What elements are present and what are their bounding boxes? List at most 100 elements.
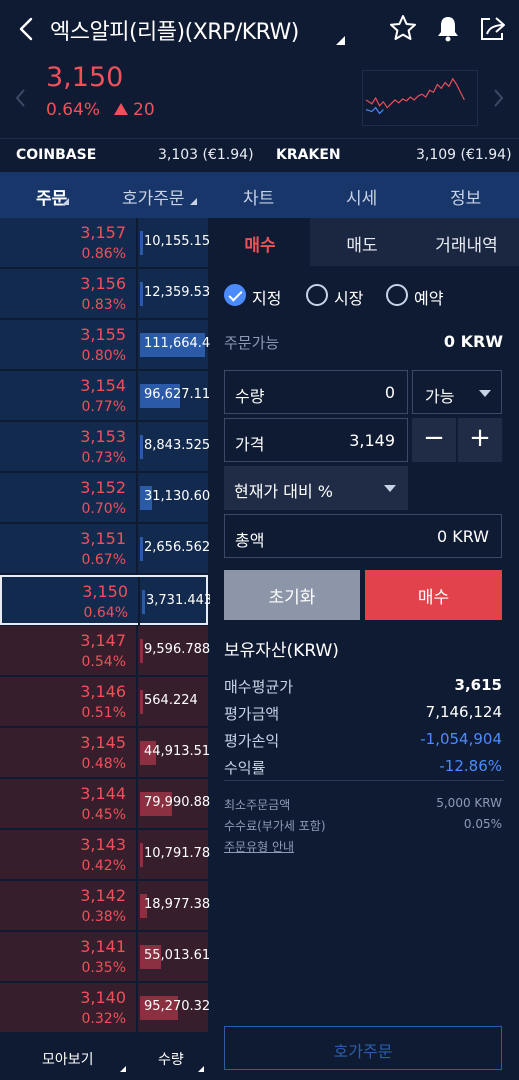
orderbook-row-bid[interactable]: 3,144 0.45% 79,990.881 [0, 779, 218, 829]
chevron-left-icon[interactable] [14, 88, 28, 108]
price-ticker: 3,150 0.64% 20 [0, 60, 519, 138]
divider [224, 780, 504, 781]
tab-chart[interactable]: 차트 [243, 184, 274, 209]
orderbook-price-cell[interactable]: 3,157 0.86% [0, 218, 138, 268]
orderbook-price-cell[interactable]: 3,147 0.54% [0, 626, 138, 676]
available-value: 0 KRW [443, 332, 503, 351]
orderbook-price: 3,140 [80, 988, 126, 1007]
orderbook-rate: 0.67% [81, 552, 126, 568]
orderbook-row-bid[interactable]: 3,145 0.48% 44,913.518 [0, 728, 218, 778]
radio-reserve[interactable] [386, 284, 408, 306]
orderbook-price-cell[interactable]: 3,154 0.77% [0, 371, 138, 421]
orderbook-depth-bar [140, 537, 143, 561]
fee-value: 0.05% [463, 817, 502, 831]
orderbook-price: 3,146 [80, 682, 126, 701]
hoga-order-button[interactable]: 호가주문 [224, 1026, 502, 1070]
radio-market[interactable] [306, 284, 328, 306]
orderbook-price-cell[interactable]: 3,145 0.48% [0, 728, 138, 778]
quantity-label: 수량 [235, 387, 265, 406]
price-input[interactable]: 가격 3,149 [224, 418, 408, 462]
orderbook-price: 3,143 [80, 835, 126, 854]
tab-order[interactable]: 주문 [36, 184, 67, 209]
holding-label: 평가손익 [224, 732, 280, 750]
orderbook-row-bid[interactable]: 3,141 0.35% 55,013.612 [0, 932, 218, 982]
orderbook-depth-bar [140, 690, 143, 714]
orderbook-rate: 0.35% [81, 960, 126, 976]
orderbook-volume: 10,791.787 [144, 846, 219, 861]
tab-sell[interactable]: 매도 [310, 218, 414, 266]
orderbook-row-ask[interactable]: 3,151 0.67% 2,656.562 [0, 524, 210, 574]
holdings-title: 보유자산(KRW) [224, 641, 339, 661]
orderbook-row-bid[interactable]: 3,143 0.42% 10,791.787 [0, 830, 218, 880]
chevron-down-icon [384, 485, 396, 492]
buy-button[interactable]: 매수 [365, 570, 502, 620]
fee-value: 5,000 KRW [436, 796, 502, 810]
orderbook-price: 3,152 [80, 478, 126, 497]
app-header: 엑스알피(리플)(XRP/KRW) [0, 0, 519, 60]
orderbook-rate: 0.73% [81, 450, 126, 466]
reset-button[interactable]: 초기화 [224, 570, 360, 620]
quantity-input[interactable]: 수량 0 [224, 370, 408, 414]
orderbook-row-ask[interactable]: 3,157 0.86% 10,155.158 [0, 218, 218, 268]
orderbook-row-current[interactable]: 3,150 0.64% 3,731.443 [0, 575, 212, 627]
order-type-guide-link[interactable]: 주문유형 안내 [224, 838, 294, 855]
quantity-dropdown-label: 가능 [425, 387, 455, 406]
orderbook-price-cell[interactable]: 3,156 0.83% [0, 269, 138, 319]
orderbook-price-cell[interactable]: 3,153 0.73% [0, 422, 138, 472]
tab-caret-icon [62, 198, 69, 205]
orderbook-row-ask[interactable]: 3,153 0.73% 8,843.525 [0, 422, 210, 472]
orderbook-price-cell[interactable]: 3,144 0.45% [0, 779, 138, 829]
price-value: 3,149 [349, 431, 395, 450]
holding-row: 평가금액 7,146,124 [224, 703, 502, 727]
orderbook-price-cell[interactable]: 3,155 0.80% [0, 320, 138, 370]
back-arrow-icon[interactable] [12, 14, 42, 44]
ratio-dropdown[interactable]: 현재가 대비 % [224, 466, 408, 510]
orderbook-price-cell[interactable]: 3,142 0.38% [0, 881, 138, 931]
radio-limit-label: 지정 [252, 289, 282, 308]
orderbook-price-cell[interactable]: 3,140 0.32% [0, 983, 138, 1033]
orderbook-row-bid[interactable]: 3,146 0.51% 564.224 [0, 677, 208, 727]
exchange-name: KRAKEN [276, 147, 341, 163]
price-label: 가격 [235, 435, 265, 454]
orderbook-volume: 12,359.534 [144, 285, 219, 300]
bell-icon[interactable] [433, 13, 463, 43]
group-view-button[interactable]: 모아보기 [42, 1049, 94, 1069]
quantity-dropdown[interactable]: 가능 [412, 370, 502, 414]
radio-limit[interactable] [224, 284, 246, 306]
orderbook-row-bid[interactable]: 3,140 0.32% 95,270.323 [0, 983, 218, 1033]
tab-buy[interactable]: 매수 [210, 218, 310, 266]
orderbook-price-cell[interactable]: 3,151 0.67% [0, 524, 138, 574]
orderbook-price-cell[interactable]: 3,141 0.35% [0, 932, 138, 982]
tab-info[interactable]: 정보 [450, 184, 481, 209]
orderbook-price-cell[interactable]: 3,146 0.51% [0, 677, 138, 727]
title-dropdown-caret-icon[interactable] [336, 36, 345, 45]
orderbook-price: 3,151 [80, 529, 126, 548]
orderbook-row-ask[interactable]: 3,156 0.83% 12,359.534 [0, 269, 218, 319]
exchange-comparison: COINBASE 3,103 (€1.94) KRAKEN 3,109 (€1.… [0, 138, 519, 172]
total-value: 0 KRW [436, 527, 489, 546]
order-panel: 매수 매도 거래내역 지정 시장 예약 주문가능 0 KRW 수량 0 가능 가… [210, 218, 519, 1080]
orderbook-price-cell[interactable]: 3,143 0.42% [0, 830, 138, 880]
orderbook-price-cell[interactable]: 3,150 0.64% [2, 577, 140, 627]
orderbook-volume: 44,913.518 [144, 744, 219, 759]
tab-history[interactable]: 거래내역 [414, 218, 519, 266]
sparkline-chart[interactable] [362, 70, 478, 126]
orderbook-row-bid[interactable]: 3,147 0.54% 9,596.788 [0, 626, 210, 676]
star-icon[interactable] [388, 13, 418, 43]
fee-label: 최소주문금액 [224, 798, 291, 812]
orderbook-row-bid[interactable]: 3,142 0.38% 18,977.389 [0, 881, 218, 931]
price-minus-button[interactable]: − [412, 418, 456, 462]
share-icon[interactable] [478, 13, 508, 43]
tab-hoga-order[interactable]: 호가주문 [122, 184, 185, 209]
orderbook-row-ask[interactable]: 3,152 0.70% 31,130.608 [0, 473, 218, 523]
exchange-price: 3,109 (€1.94) [416, 147, 512, 163]
orderbook-row-ask[interactable]: 3,154 0.77% 96,627.119 [0, 371, 218, 421]
page-title[interactable]: 엑스알피(리플)(XRP/KRW) [50, 14, 299, 46]
orderbook-row-ask[interactable]: 3,155 0.80% 111,664.401 [0, 320, 227, 370]
total-input[interactable]: 총액 0 KRW [224, 514, 502, 558]
price-plus-button[interactable]: + [458, 418, 502, 462]
orderbook-price-cell[interactable]: 3,152 0.70% [0, 473, 138, 523]
unit-toggle-button[interactable]: 수량 [158, 1049, 184, 1069]
tab-market[interactable]: 시세 [346, 184, 377, 209]
chevron-right-icon[interactable] [491, 88, 505, 108]
